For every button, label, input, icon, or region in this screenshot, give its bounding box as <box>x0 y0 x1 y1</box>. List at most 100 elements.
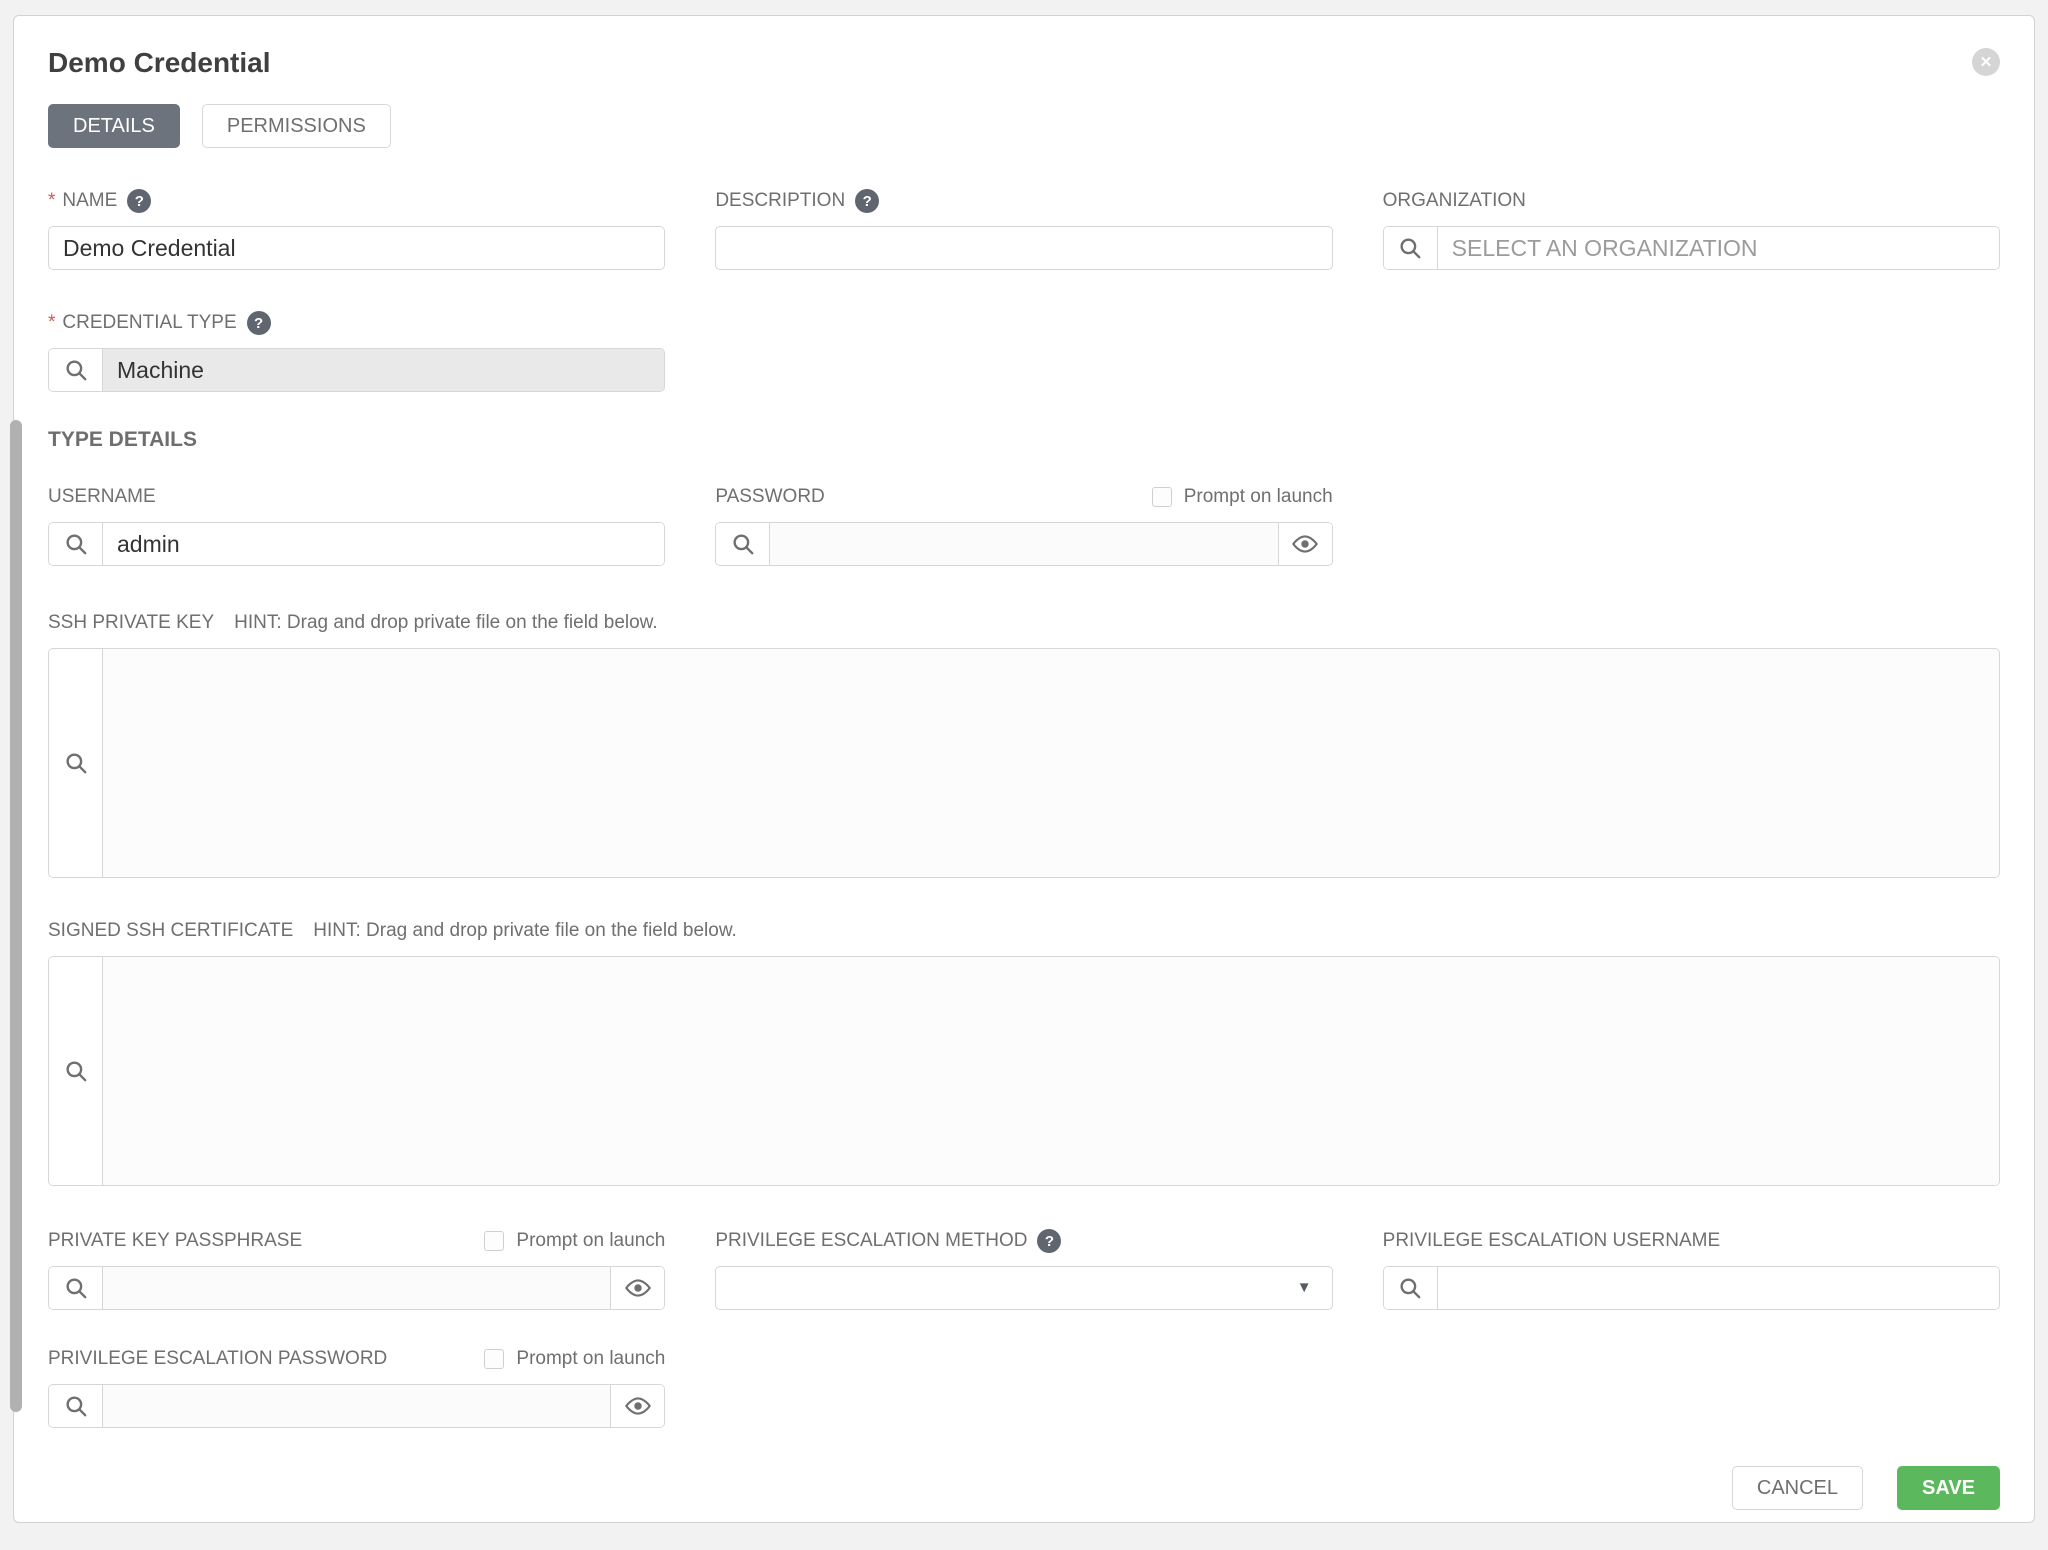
tab-bar: DETAILS PERMISSIONS <box>48 104 2000 148</box>
description-label: DESCRIPTION <box>715 190 845 212</box>
help-icon[interactable]: ? <box>247 311 271 335</box>
username-label-row: USERNAME <box>48 484 665 510</box>
credential-type-label-row: * CREDENTIAL TYPE ? <box>48 310 665 336</box>
ssh-private-key-hint: HINT: Drag and drop private file on the … <box>234 612 658 634</box>
privilege-escalation-password-label: PRIVILEGE ESCALATION PASSWORD <box>48 1348 387 1370</box>
name-label: NAME <box>62 190 117 212</box>
private-key-passphrase-input-group <box>48 1266 665 1310</box>
description-label-row: DESCRIPTION ? <box>715 188 1332 214</box>
row-username-password: USERNAME PASSWORD Prompt on launch <box>48 484 2000 566</box>
modal-header: Demo Credential ✕ <box>48 46 2000 80</box>
organization-input[interactable] <box>1438 227 1999 269</box>
privilege-escalation-method-select[interactable]: ▼ <box>715 1266 1332 1310</box>
password-input[interactable] <box>770 523 1277 565</box>
username-label: USERNAME <box>48 486 156 508</box>
field-privilege-escalation-method: PRIVILEGE ESCALATION METHOD ? ▼ <box>715 1228 1332 1310</box>
field-signed-ssh-certificate: SIGNED SSH CERTIFICATE HINT: Drag and dr… <box>48 918 2000 1186</box>
ssh-private-key-label: SSH PRIVATE KEY <box>48 612 214 634</box>
signed-ssh-certificate-label-row: SIGNED SSH CERTIFICATE HINT: Drag and dr… <box>48 918 2000 944</box>
row-credential-type: * CREDENTIAL TYPE ? <box>48 310 2000 392</box>
signed-ssh-certificate-group <box>48 956 2000 1186</box>
tab-permissions[interactable]: PERMISSIONS <box>202 104 391 148</box>
search-icon[interactable] <box>49 1267 103 1309</box>
name-input[interactable] <box>48 226 665 270</box>
tab-details[interactable]: DETAILS <box>48 104 180 148</box>
priv-esc-password-prompt-checkbox[interactable] <box>484 1349 504 1369</box>
credential-type-label: CREDENTIAL TYPE <box>62 312 236 334</box>
field-username: USERNAME <box>48 484 665 566</box>
signed-ssh-certificate-label: SIGNED SSH CERTIFICATE <box>48 920 293 942</box>
password-prompt-on-launch[interactable]: Prompt on launch <box>1152 486 1333 508</box>
privilege-escalation-username-input[interactable] <box>1438 1267 1999 1309</box>
organization-label: ORGANIZATION <box>1383 190 1526 212</box>
search-icon[interactable] <box>1384 1267 1438 1309</box>
field-privilege-escalation-password: PRIVILEGE ESCALATION PASSWORD Prompt on … <box>48 1346 665 1428</box>
private-key-passphrase-label-row: PRIVATE KEY PASSPHRASE Prompt on launch <box>48 1228 665 1254</box>
search-icon[interactable] <box>49 349 103 391</box>
signed-ssh-certificate-textarea[interactable] <box>103 957 1999 1185</box>
save-button[interactable]: SAVE <box>1897 1466 2000 1510</box>
field-private-key-passphrase: PRIVATE KEY PASSPHRASE Prompt on launch <box>48 1228 665 1310</box>
passphrase-prompt-on-launch[interactable]: Prompt on launch <box>484 1230 665 1252</box>
search-icon[interactable] <box>49 523 103 565</box>
page-title: Demo Credential <box>48 46 271 80</box>
signed-ssh-certificate-hint: HINT: Drag and drop private file on the … <box>313 920 737 942</box>
privilege-escalation-username-label: PRIVILEGE ESCALATION USERNAME <box>1383 1230 1721 1252</box>
ssh-private-key-group <box>48 648 2000 878</box>
organization-input-group <box>1383 226 2000 270</box>
search-icon[interactable] <box>49 957 103 1185</box>
field-description: DESCRIPTION ? <box>715 188 1332 270</box>
left-scrollbar-thumb[interactable] <box>10 420 22 1412</box>
search-icon[interactable] <box>1384 227 1438 269</box>
row-priv-esc-password: PRIVILEGE ESCALATION PASSWORD Prompt on … <box>48 1346 2000 1428</box>
caret-down-icon: ▼ <box>1297 1279 1312 1296</box>
private-key-passphrase-input[interactable] <box>103 1267 610 1309</box>
eye-icon[interactable] <box>1278 523 1332 565</box>
privilege-escalation-password-input-group <box>48 1384 665 1428</box>
password-prompt-checkbox[interactable] <box>1152 487 1172 507</box>
prompt-on-launch-label: Prompt on launch <box>516 1230 665 1252</box>
help-icon[interactable]: ? <box>1037 1229 1061 1253</box>
password-input-group <box>715 522 1332 566</box>
eye-icon[interactable] <box>610 1267 664 1309</box>
required-marker: * <box>48 312 55 334</box>
prompt-on-launch-label: Prompt on launch <box>516 1348 665 1370</box>
modal-footer: CANCEL SAVE <box>48 1466 2000 1510</box>
row-basic-fields: * NAME ? DESCRIPTION ? ORGANIZATION <box>48 188 2000 270</box>
cancel-button[interactable]: CANCEL <box>1732 1466 1863 1510</box>
close-icon[interactable]: ✕ <box>1972 48 2000 76</box>
credential-type-input <box>103 349 664 391</box>
help-icon[interactable]: ? <box>127 189 151 213</box>
privilege-escalation-password-label-row: PRIVILEGE ESCALATION PASSWORD Prompt on … <box>48 1346 665 1372</box>
field-credential-type: * CREDENTIAL TYPE ? <box>48 310 665 392</box>
eye-icon[interactable] <box>610 1385 664 1427</box>
username-input[interactable] <box>103 523 664 565</box>
field-ssh-private-key: SSH PRIVATE KEY HINT: Drag and drop priv… <box>48 610 2000 878</box>
field-privilege-escalation-username: PRIVILEGE ESCALATION USERNAME <box>1383 1228 2000 1310</box>
row-priv-esc: PRIVATE KEY PASSPHRASE Prompt on launch <box>48 1228 2000 1310</box>
password-label: PASSWORD <box>715 486 824 508</box>
search-icon[interactable] <box>49 1385 103 1427</box>
search-icon[interactable] <box>49 649 103 877</box>
password-label-row: PASSWORD Prompt on launch <box>715 484 1332 510</box>
field-organization: ORGANIZATION <box>1383 188 2000 270</box>
privilege-escalation-username-label-row: PRIVILEGE ESCALATION USERNAME <box>1383 1228 2000 1254</box>
ssh-private-key-label-row: SSH PRIVATE KEY HINT: Drag and drop priv… <box>48 610 2000 636</box>
search-icon[interactable] <box>716 523 770 565</box>
privilege-escalation-username-input-group <box>1383 1266 2000 1310</box>
privilege-escalation-password-input[interactable] <box>103 1385 610 1427</box>
passphrase-prompt-checkbox[interactable] <box>484 1231 504 1251</box>
type-details-heading: TYPE DETAILS <box>48 428 2000 454</box>
privilege-escalation-method-label-row: PRIVILEGE ESCALATION METHOD ? <box>715 1228 1332 1254</box>
help-icon[interactable]: ? <box>855 189 879 213</box>
priv-esc-password-prompt-on-launch[interactable]: Prompt on launch <box>484 1348 665 1370</box>
username-input-group <box>48 522 665 566</box>
name-label-row: * NAME ? <box>48 188 665 214</box>
field-password: PASSWORD Prompt on launch <box>715 484 1332 566</box>
privilege-escalation-method-label: PRIVILEGE ESCALATION METHOD <box>715 1230 1027 1252</box>
ssh-private-key-textarea[interactable] <box>103 649 1999 877</box>
organization-label-row: ORGANIZATION <box>1383 188 2000 214</box>
description-input[interactable] <box>715 226 1332 270</box>
credential-modal: Demo Credential ✕ DETAILS PERMISSIONS * … <box>13 15 2035 1523</box>
private-key-passphrase-label: PRIVATE KEY PASSPHRASE <box>48 1230 302 1252</box>
